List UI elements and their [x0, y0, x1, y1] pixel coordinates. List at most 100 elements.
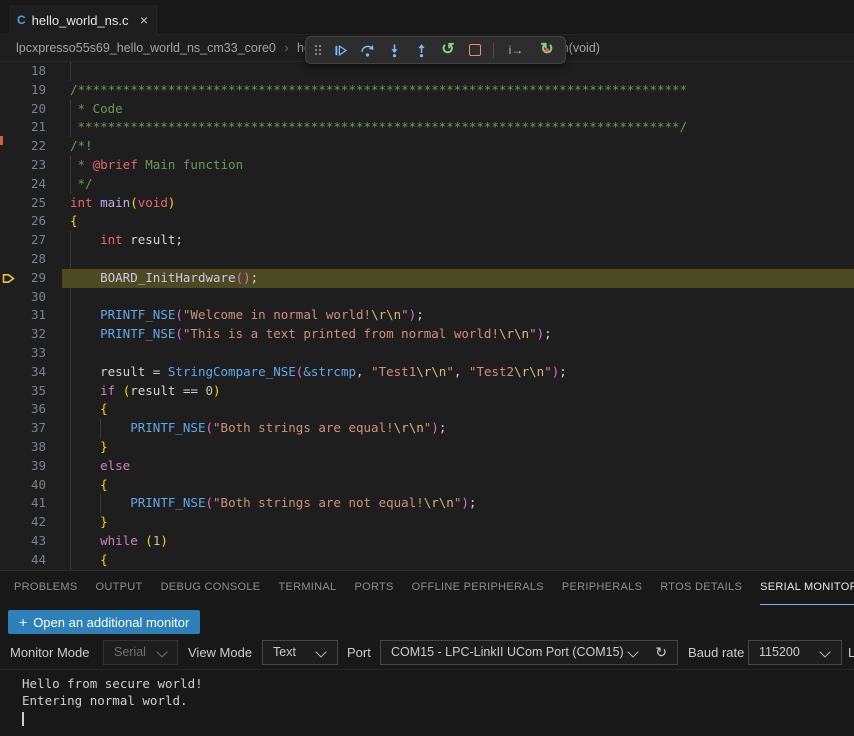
- line-number[interactable]: 42: [0, 513, 46, 532]
- code-line-31[interactable]: 31 PRINTF_NSE("Welcome in normal world!\…: [0, 306, 854, 325]
- code-line-36[interactable]: 36 {: [0, 400, 854, 419]
- stop-icon: [469, 44, 481, 56]
- restart-button[interactable]: ↺: [439, 39, 457, 61]
- close-icon[interactable]: ×: [140, 12, 148, 28]
- code-text: ****************************************…: [70, 118, 687, 137]
- line-number[interactable]: 41: [0, 494, 46, 513]
- code-text: * Code: [70, 100, 123, 119]
- code-line-27[interactable]: 27 int result;: [0, 231, 854, 250]
- code-line-32[interactable]: 32 PRINTF_NSE("This is a text printed fr…: [0, 325, 854, 344]
- code-line-29[interactable]: 29 BOARD_InitHardware();: [0, 269, 854, 288]
- instruction-step-button[interactable]: i→: [503, 39, 529, 61]
- panel-tab-offline-peripherals[interactable]: OFFLINE PERIPHERALS: [412, 571, 544, 605]
- code-line-25[interactable]: 25 int main(void): [0, 194, 854, 213]
- panel-tab-terminal[interactable]: TERMINAL: [278, 571, 336, 605]
- monitor-mode-value: Serial: [114, 645, 146, 659]
- code-line-18[interactable]: 18: [0, 62, 854, 81]
- line-number[interactable]: 25: [0, 194, 46, 213]
- panel-tab-output[interactable]: OUTPUT: [96, 571, 143, 605]
- line-number[interactable]: 32: [0, 325, 46, 344]
- panel-tab-serial-monitor[interactable]: SERIAL MONITOR: [760, 571, 854, 605]
- code-text: int main(void): [70, 194, 175, 213]
- code-editor[interactable]: 1819/***********************************…: [0, 62, 854, 570]
- line-number[interactable]: 43: [0, 532, 46, 551]
- panel-tab-problems[interactable]: PROBLEMS: [14, 571, 78, 605]
- line-number[interactable]: 35: [0, 382, 46, 401]
- serial-monitor-output[interactable]: Hello from secure world!Entering normal …: [0, 669, 854, 736]
- continue-icon: [333, 43, 348, 58]
- line-number[interactable]: 37: [0, 419, 46, 438]
- step-over-button[interactable]: [358, 39, 376, 61]
- line-number[interactable]: 26: [0, 212, 46, 231]
- breadcrumb-project[interactable]: lpcxpresso55s69_hello_world_ns_cm33_core…: [16, 41, 276, 55]
- line-number[interactable]: 20: [0, 100, 46, 119]
- baud-rate-select[interactable]: 115200: [748, 640, 842, 665]
- line-number[interactable]: 40: [0, 476, 46, 495]
- code-text: PRINTF_NSE("Both strings are not equal!\…: [70, 494, 476, 513]
- line-number[interactable]: 21: [0, 118, 46, 137]
- code-line-41[interactable]: 41 PRINTF_NSE("Both strings are not equa…: [0, 494, 854, 513]
- code-text: /*!: [70, 137, 93, 156]
- step-out-button[interactable]: [412, 39, 430, 61]
- line-number[interactable]: 19: [0, 81, 46, 100]
- line-number[interactable]: 31: [0, 306, 46, 325]
- code-line-24[interactable]: 24 */: [0, 175, 854, 194]
- continue-button[interactable]: [331, 39, 349, 61]
- panel-tab-rtos-details[interactable]: RTOS DETAILS: [660, 571, 742, 605]
- line-number[interactable]: 28: [0, 250, 46, 269]
- code-text: */: [70, 175, 93, 194]
- reset-device-button[interactable]: ↻: [538, 39, 556, 61]
- code-line-44[interactable]: 44 {: [0, 551, 854, 570]
- code-line-21[interactable]: 21 *************************************…: [0, 118, 854, 137]
- line-number[interactable]: 27: [0, 231, 46, 250]
- instruction-step-icon: i→: [509, 43, 524, 57]
- line-number[interactable]: 23: [0, 156, 46, 175]
- code-line-38[interactable]: 38 }: [0, 438, 854, 457]
- line-ending-label-truncated: L: [848, 636, 854, 669]
- code-line-22[interactable]: 22 /*!: [0, 137, 854, 156]
- code-line-19[interactable]: 19/*************************************…: [0, 81, 854, 100]
- stop-button[interactable]: [466, 39, 484, 61]
- line-number[interactable]: 39: [0, 457, 46, 476]
- step-into-button[interactable]: [385, 39, 403, 61]
- serial-monitor-controls: Monitor Mode Serial View Mode Text Port …: [0, 636, 854, 669]
- code-line-30[interactable]: 30: [0, 288, 854, 307]
- line-number[interactable]: 38: [0, 438, 46, 457]
- line-number[interactable]: 44: [0, 551, 46, 570]
- panel-tab-ports[interactable]: PORTS: [354, 571, 393, 605]
- code-line-39[interactable]: 39 else: [0, 457, 854, 476]
- code-line-20[interactable]: 20 * Code: [0, 100, 854, 119]
- line-number[interactable]: 18: [0, 62, 46, 81]
- line-number[interactable]: 33: [0, 344, 46, 363]
- c-file-icon: C: [17, 13, 26, 27]
- code-line-35[interactable]: 35 if (result == 0): [0, 382, 854, 401]
- monitor-mode-select[interactable]: Serial: [103, 640, 178, 665]
- panel-tab-debug-console[interactable]: DEBUG CONSOLE: [161, 571, 261, 605]
- baud-rate-value: 115200: [759, 645, 800, 659]
- line-number[interactable]: 22: [0, 137, 46, 156]
- refresh-ports-icon[interactable]: ↻: [655, 641, 667, 664]
- indent-guide: [70, 250, 71, 269]
- code-text: {: [70, 212, 78, 231]
- code-text: if (result == 0): [70, 382, 221, 401]
- code-line-34[interactable]: 34 result = StringCompare_NSE(&strcmp, "…: [0, 363, 854, 382]
- code-line-26[interactable]: 26 {: [0, 212, 854, 231]
- code-line-42[interactable]: 42 }: [0, 513, 854, 532]
- code-line-23[interactable]: 23 * @brief Main function: [0, 156, 854, 175]
- drag-handle-icon[interactable]: [315, 45, 322, 56]
- code-line-28[interactable]: 28: [0, 250, 854, 269]
- line-number[interactable]: 34: [0, 363, 46, 382]
- code-line-40[interactable]: 40 {: [0, 476, 854, 495]
- port-select[interactable]: COM15 - LPC-LinkII UCom Port (COM15) ↻: [380, 640, 678, 665]
- line-number[interactable]: 30: [0, 288, 46, 307]
- open-additional-monitor-button[interactable]: + Open an additional monitor: [8, 610, 200, 634]
- line-number[interactable]: 36: [0, 400, 46, 419]
- code-line-33[interactable]: 33: [0, 344, 854, 363]
- code-line-37[interactable]: 37 PRINTF_NSE("Both strings are equal!\r…: [0, 419, 854, 438]
- code-text: * @brief Main function: [70, 156, 243, 175]
- view-mode-select[interactable]: Text: [262, 640, 338, 665]
- panel-tab-peripherals[interactable]: PERIPHERALS: [562, 571, 642, 605]
- code-line-43[interactable]: 43 while (1): [0, 532, 854, 551]
- line-number[interactable]: 24: [0, 175, 46, 194]
- tab-hello-world-ns[interactable]: C hello_world_ns.c ×: [9, 5, 157, 35]
